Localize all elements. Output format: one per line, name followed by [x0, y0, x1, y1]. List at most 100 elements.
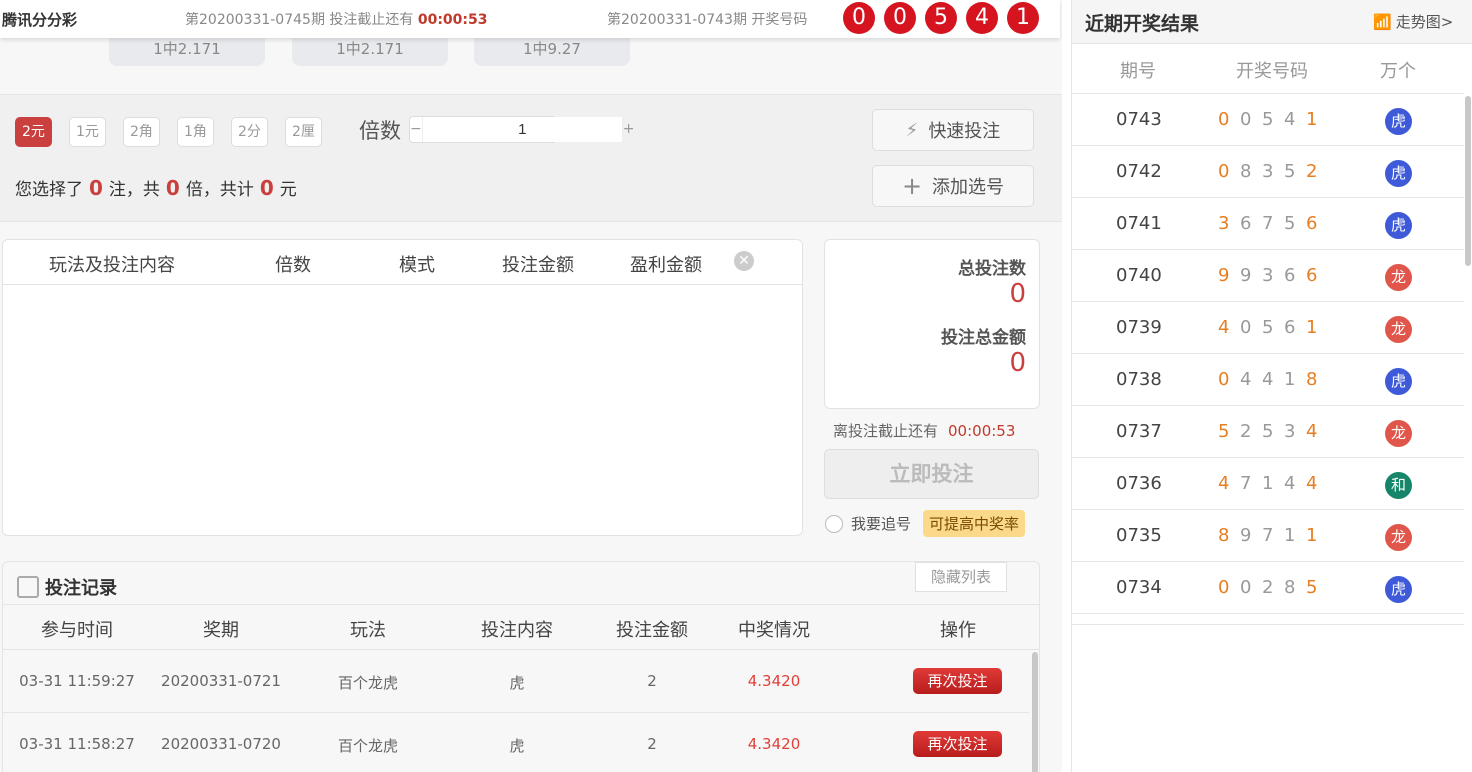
digit: 0 — [1218, 161, 1230, 182]
mode-2li[interactable]: 2厘 — [285, 117, 322, 147]
result-badge: 虎 — [1385, 212, 1412, 239]
issue-number: 0734 — [1116, 577, 1162, 598]
chase-tip: 可提高中奖率 — [923, 510, 1026, 537]
draw-digits: 36756 — [1218, 213, 1328, 234]
digit: 4 — [1284, 109, 1296, 130]
col-header: 操作 — [940, 620, 976, 641]
digit: 5 — [1284, 213, 1296, 234]
mode-2fen[interactable]: 2分 — [231, 117, 268, 147]
record-issue: 20200331-0721 — [161, 672, 281, 690]
digit: 0 — [1240, 577, 1252, 598]
digit: 8 — [1284, 577, 1296, 598]
deadline: 离投注截止还有 00:00:53 — [833, 420, 1015, 441]
record-play: 百个龙虎 — [337, 737, 398, 755]
digit: 9 — [1240, 525, 1252, 546]
digit: 3 — [1262, 161, 1274, 182]
digit: 1 — [1306, 525, 1318, 546]
digit: 4 — [1284, 473, 1296, 494]
result-ball: 1 — [1007, 2, 1039, 34]
record-time: 03-31 11:59:27 — [19, 672, 135, 690]
draw-digits: 04418 — [1218, 369, 1328, 390]
digit: 5 — [1262, 421, 1274, 442]
col-header: 期号 — [1120, 61, 1156, 82]
summary-text: 注，共 — [108, 180, 160, 200]
records-scrollbar[interactable] — [1032, 652, 1038, 772]
recent-columns: 期号 开奖号码 万个 — [1072, 44, 1464, 94]
records-title-text: 投注记录 — [45, 578, 117, 599]
mode-2jiao[interactable]: 2角 — [123, 117, 160, 147]
increment-button[interactable]: + — [623, 117, 635, 142]
digit: 4 — [1240, 369, 1252, 390]
draw-digits: 00285 — [1218, 577, 1328, 598]
bet-cart: 玩法及投注内容 倍数 模式 投注金额 盈利金额 ✕ — [2, 239, 803, 536]
summary-text: 您选择了 — [15, 180, 83, 200]
digit: 2 — [1306, 161, 1318, 182]
submit-bet-button[interactable]: 立即投注 — [824, 449, 1039, 499]
digit: 6 — [1284, 265, 1296, 286]
result-ball: 4 — [966, 2, 998, 34]
digit: 0 — [1218, 369, 1230, 390]
issue-number: 0739 — [1116, 317, 1162, 338]
record-time: 03-31 11:58:27 — [19, 735, 135, 753]
result-ball: 0 — [884, 2, 916, 34]
bet-again-button[interactable]: 再次投注 — [913, 731, 1002, 757]
recent-row: 0742 0 8 3 5 2 虎 — [1072, 146, 1464, 198]
cart-header: 玩法及投注内容 倍数 模式 投注金额 盈利金额 ✕ — [3, 240, 802, 285]
result-badge: 虎 — [1385, 368, 1412, 395]
multiplier-input[interactable] — [421, 117, 623, 142]
mode-1yuan[interactable]: 1元 — [69, 117, 106, 147]
mode-2yuan[interactable]: 2元 — [15, 117, 52, 147]
col-header: 倍数 — [275, 255, 311, 276]
quick-bet-label: 快速投注 — [928, 121, 1001, 142]
col-header: 盈利金额 — [630, 255, 702, 276]
digit: 5 — [1262, 317, 1274, 338]
add-pick-button[interactable]: + 添加选号 — [872, 165, 1034, 207]
summary-text: 倍，共计 — [185, 180, 254, 200]
digit: 3 — [1284, 421, 1296, 442]
record-play: 百个龙虎 — [337, 674, 398, 692]
digit: 5 — [1262, 109, 1274, 130]
recent-row: 0737 5 2 5 3 4 龙 — [1072, 406, 1464, 458]
issue-number: 0741 — [1116, 213, 1162, 234]
hide-list-button[interactable]: 隐藏列表 — [915, 562, 1007, 592]
issue-number: 0736 — [1116, 473, 1162, 494]
digit: 0 — [1218, 109, 1230, 130]
result-ball: 5 — [925, 2, 957, 34]
quick-bet-button[interactable]: ⚡ 快速投注 — [872, 109, 1034, 151]
recent-scrollbar[interactable] — [1465, 96, 1471, 266]
result-badge: 龙 — [1385, 420, 1412, 447]
digit: 5 — [1306, 577, 1318, 598]
digit: 6 — [1306, 265, 1318, 286]
decrement-button[interactable]: − — [410, 117, 422, 142]
bet-again-button[interactable]: 再次投注 — [913, 668, 1002, 694]
digit: 4 — [1218, 317, 1230, 338]
recent-row: 0735 8 9 7 1 1 龙 — [1072, 510, 1464, 562]
chase-radio[interactable] — [825, 514, 843, 533]
draw-digits: 89711 — [1218, 525, 1328, 546]
col-header: 中奖情况 — [738, 620, 810, 641]
record-amount: 2 — [647, 735, 657, 753]
divider — [1072, 624, 1464, 625]
main-panel: 腾讯分分彩 第20200331-0745期 投注截止还有 00:00:53 第2… — [0, 0, 1062, 772]
current-issue: 第20200331-0745期 投注截止还有 00:00:53 — [185, 9, 488, 29]
total-bets-label: 总投注数 — [958, 259, 1026, 279]
digit: 4 — [1306, 421, 1318, 442]
result-badge: 和 — [1385, 472, 1412, 499]
total-amount-value: 0 — [1009, 348, 1026, 378]
deadline-label: 离投注截止还有 — [833, 422, 939, 440]
draw-digits: 00541 — [1218, 109, 1328, 130]
clear-all-icon[interactable]: ✕ — [734, 251, 754, 271]
chase-label[interactable]: 我要追号 — [851, 513, 911, 534]
draw-digits: 52534 — [1218, 421, 1328, 442]
record-content: 虎 — [509, 737, 525, 755]
draw-digits: 99366 — [1218, 265, 1328, 286]
mode-1jiao[interactable]: 1角 — [177, 117, 214, 147]
result-badge: 龙 — [1385, 316, 1412, 343]
col-header: 模式 — [399, 255, 435, 276]
trend-link[interactable]: 📶 走势图> — [1373, 11, 1453, 32]
issue-number: 0737 — [1116, 421, 1162, 442]
recent-row: 0734 0 0 2 8 5 虎 — [1072, 562, 1464, 614]
issue-number: 0738 — [1116, 369, 1162, 390]
recent-row: 0736 4 7 1 4 4 和 — [1072, 458, 1464, 510]
records-icon — [17, 576, 39, 598]
